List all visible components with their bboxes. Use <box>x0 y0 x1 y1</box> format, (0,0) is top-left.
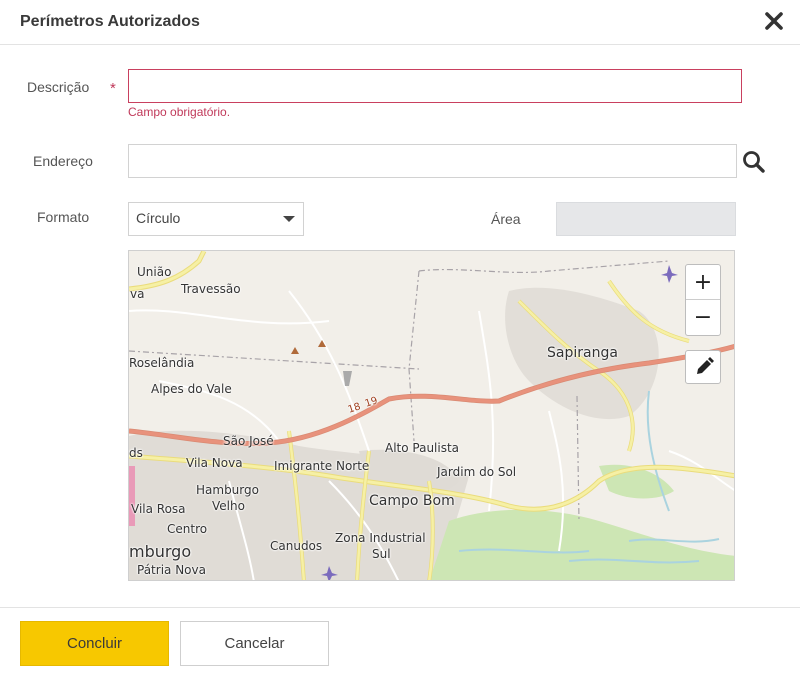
map-label: va <box>130 287 145 301</box>
descricao-input[interactable] <box>128 69 742 103</box>
cancel-button[interactable]: Cancelar <box>180 621 329 666</box>
map-label: Velho <box>212 499 245 513</box>
dialog-title: Perímetros Autorizados <box>20 13 200 30</box>
map-label: Travessão <box>181 282 241 296</box>
descricao-label: Descrição <box>27 79 90 95</box>
endereco-input[interactable] <box>128 144 737 178</box>
formato-selected-value: Círculo <box>136 210 181 226</box>
area-field <box>556 202 736 236</box>
dialog-footer: Concluir Cancelar <box>0 607 800 681</box>
formato-select[interactable]: Círculo <box>128 202 304 236</box>
map-label: União <box>137 265 172 279</box>
map-label: Pátria Nova <box>137 563 206 577</box>
map-label: Vila Nova <box>186 456 243 470</box>
confirm-button[interactable]: Concluir <box>20 621 169 666</box>
map-label: Imigrante Norte <box>274 459 370 473</box>
map-label: Roselândia <box>129 356 195 370</box>
dialog-header: Perímetros Autorizados <box>0 0 800 45</box>
map-label: Vila Rosa <box>131 502 186 516</box>
map-label: Sapiranga <box>547 345 618 361</box>
pencil-icon[interactable] <box>685 350 721 384</box>
map-label: Alto Paulista <box>385 441 460 455</box>
map-label: Centro <box>167 522 208 536</box>
map-label: Jardim do Sol <box>437 465 517 479</box>
dialog: Perímetros Autorizados Descrição * Campo… <box>0 0 800 681</box>
zoom-control: + − <box>685 264 721 336</box>
descricao-error-text: Campo obrigatório. <box>128 105 231 119</box>
endereco-label: Endereço <box>33 153 93 169</box>
map-view[interactable]: União va Travessão Roselândia Alpes do V… <box>128 250 735 581</box>
map-label: Hamburgo <box>196 483 259 497</box>
close-icon[interactable] <box>762 9 786 33</box>
formato-label: Formato <box>37 209 90 225</box>
map-label: Canudos <box>270 539 323 553</box>
map-label: mburgo <box>129 542 192 561</box>
zoom-in-button[interactable]: + <box>686 265 720 300</box>
map-label: Sul <box>372 547 391 561</box>
required-mark: * <box>110 80 116 97</box>
search-icon[interactable] <box>741 149 767 175</box>
map-label: Campo Bom <box>369 493 455 509</box>
map-label: ds <box>129 446 143 460</box>
map-label: São José <box>223 434 274 448</box>
area-label: Área <box>491 211 521 227</box>
chevron-down-icon <box>283 216 295 222</box>
map-label: Zona Industrial <box>335 531 426 545</box>
map-label: Alpes do Vale <box>151 382 232 396</box>
map-tiles <box>129 251 734 580</box>
zoom-out-button[interactable]: − <box>686 300 720 335</box>
